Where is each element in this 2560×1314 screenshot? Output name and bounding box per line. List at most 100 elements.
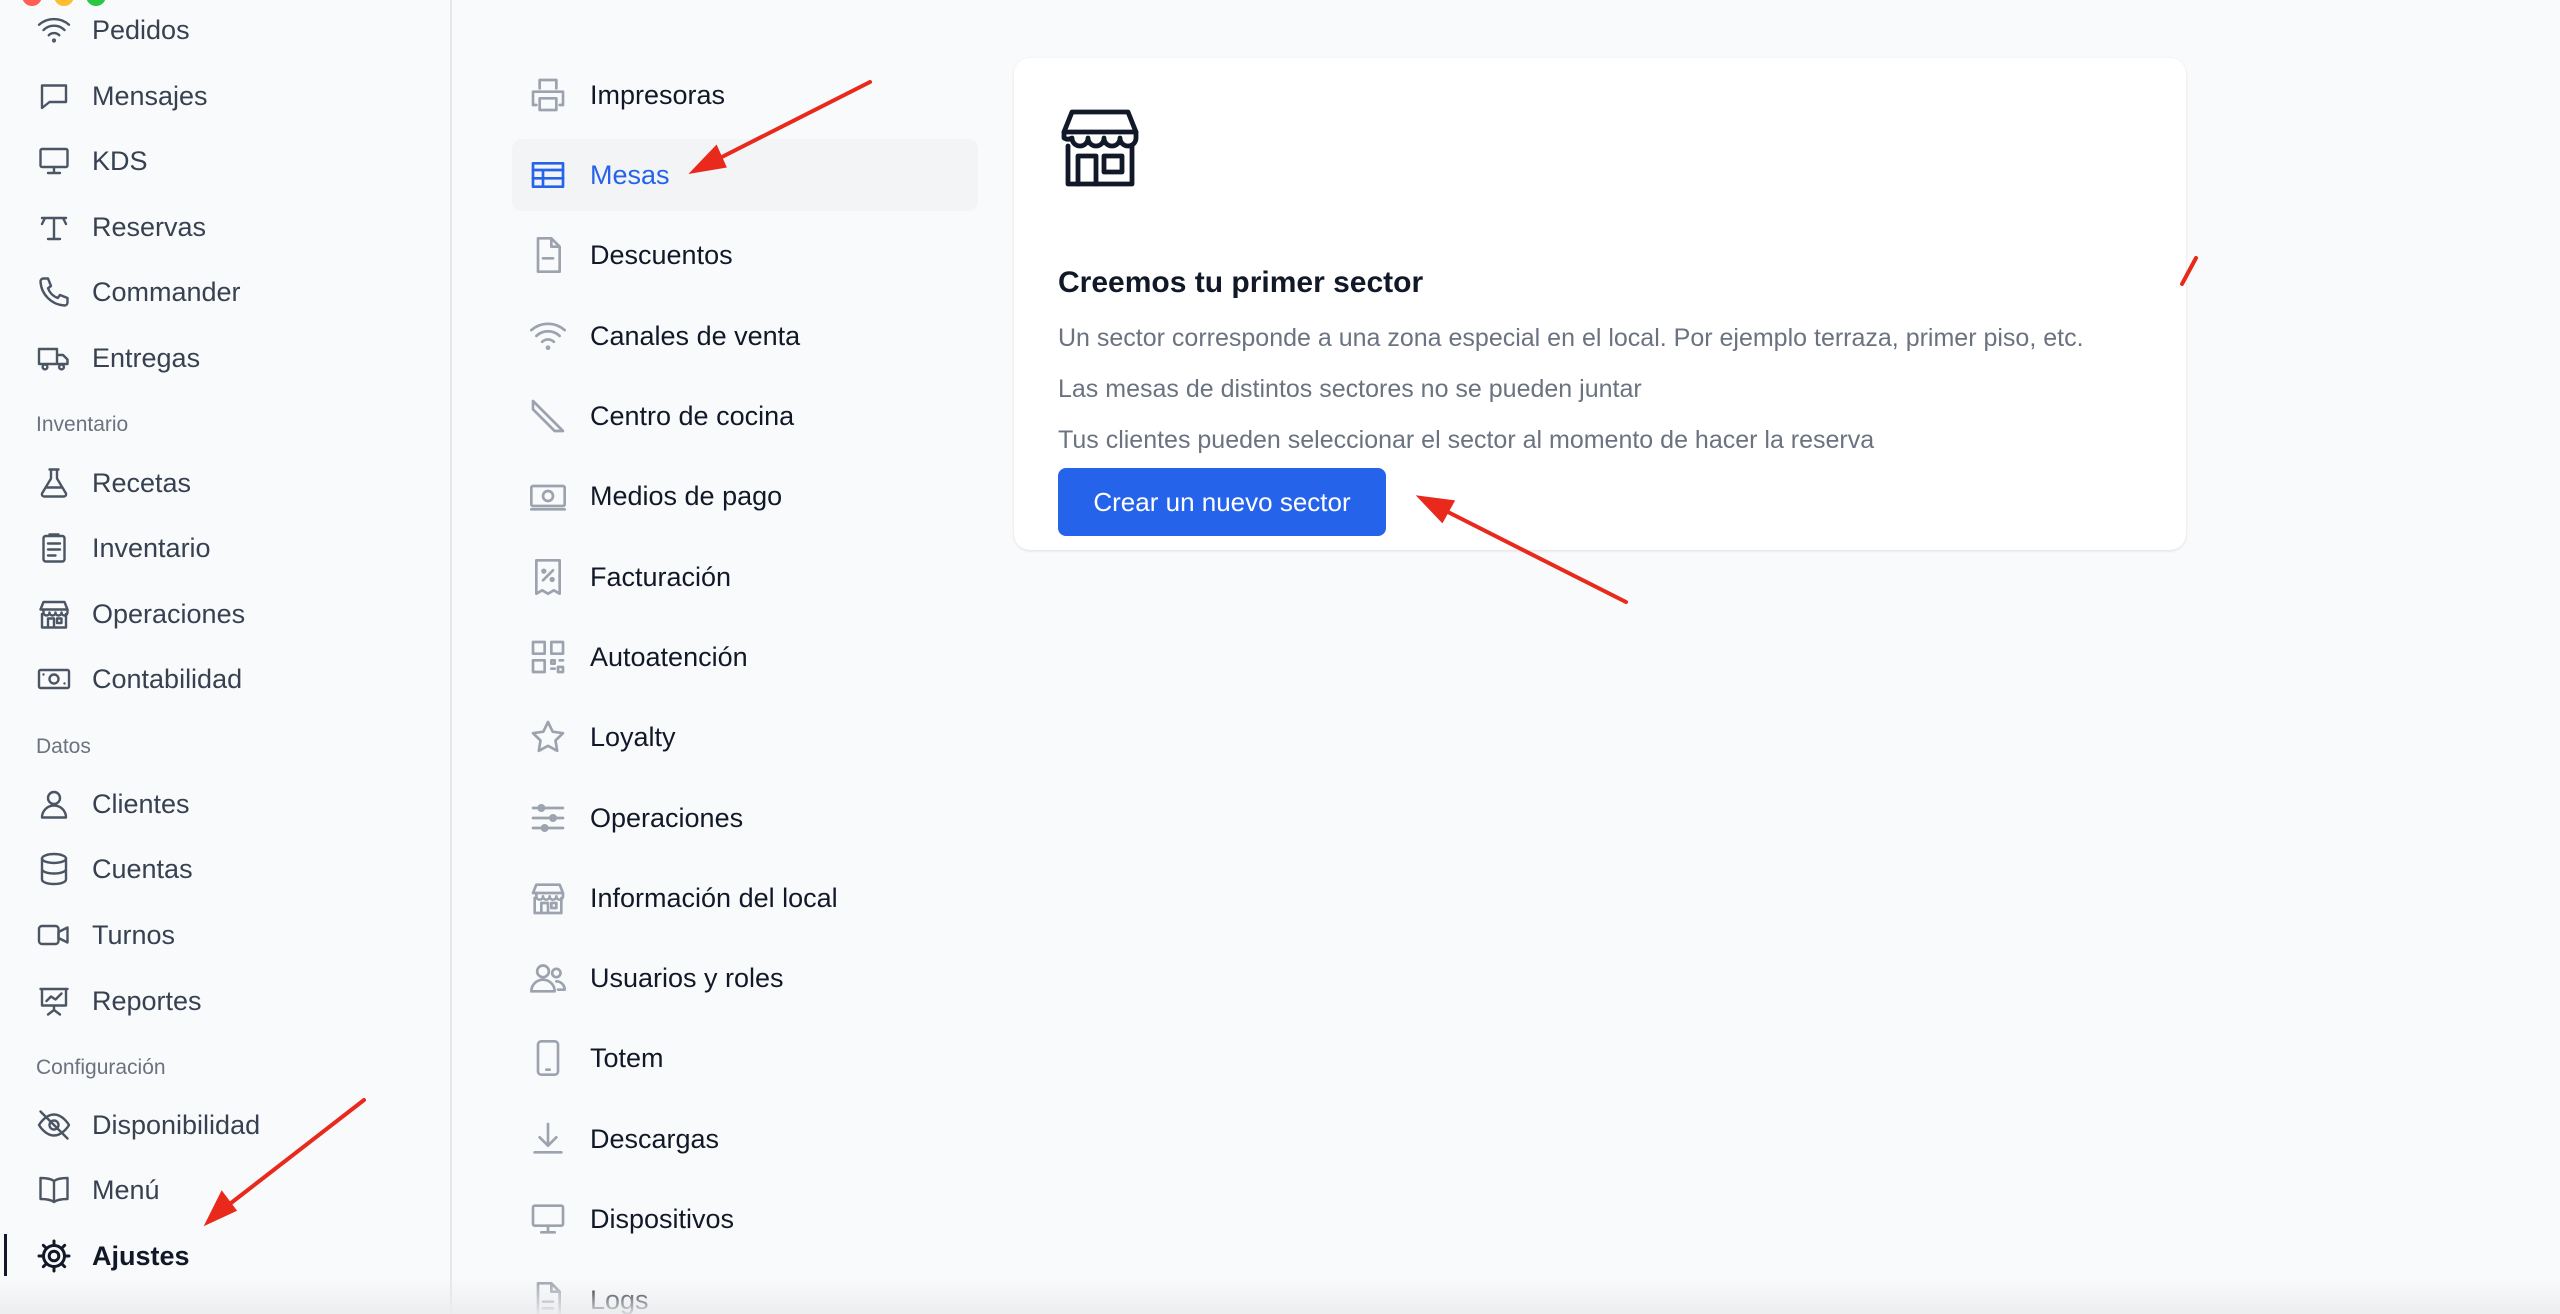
sidebar-item-reportes[interactable]: Reportes bbox=[36, 977, 202, 1025]
sidebar-item-turnos[interactable]: Turnos bbox=[36, 911, 175, 959]
sidebar-section-inventario: Inventario bbox=[36, 413, 129, 436]
settings-item-label: Operaciones bbox=[590, 802, 744, 833]
sidebar-item-pedidos[interactable]: Pedidos bbox=[36, 6, 190, 54]
phone-icon bbox=[39, 277, 69, 307]
sidebar-item-label: Contabilidad bbox=[92, 663, 243, 694]
document-minus-icon bbox=[536, 237, 561, 273]
sidebar-item-kds[interactable]: KDS bbox=[36, 137, 148, 185]
printer-icon bbox=[531, 78, 565, 112]
settings-item-label: Logs bbox=[590, 1284, 649, 1314]
close-window-button[interactable] bbox=[22, 0, 42, 6]
settings-item-label: Totem bbox=[590, 1042, 664, 1073]
empty-state-description: Un sector corresponde a una zona especia… bbox=[1058, 324, 2084, 352]
eye-slash-icon bbox=[37, 1110, 71, 1140]
sidebar-item-label: Pedidos bbox=[92, 14, 190, 45]
sidebar-item-menu[interactable]: Menú bbox=[36, 1166, 160, 1214]
table-cells-icon bbox=[531, 162, 565, 188]
book-open-icon bbox=[39, 1176, 69, 1204]
settings-item-autoatencion[interactable]: Autoatención bbox=[512, 621, 978, 693]
settings-item-label: Descargas bbox=[590, 1123, 720, 1154]
sidebar-item-label: Reportes bbox=[92, 985, 202, 1016]
sidebar-item-recetas[interactable]: Recetas bbox=[36, 459, 191, 507]
sidebar-item-label: Clientes bbox=[92, 788, 190, 819]
settings-item-usuarios-y-roles[interactable]: Usuarios y roles bbox=[512, 942, 978, 1014]
store-icon bbox=[531, 883, 565, 915]
zoom-window-button[interactable] bbox=[86, 0, 106, 6]
settings-item-descuentos[interactable]: Descuentos bbox=[512, 219, 978, 291]
sidebar-item-operaciones[interactable]: Operaciones bbox=[36, 590, 245, 638]
star-icon bbox=[531, 720, 565, 753]
download-icon bbox=[533, 1122, 563, 1154]
settings-item-impresoras[interactable]: Impresoras bbox=[512, 59, 978, 131]
settings-item-loyalty[interactable]: Loyalty bbox=[512, 701, 978, 773]
sidebar-item-cuentas[interactable]: Cuentas bbox=[36, 845, 193, 893]
settings-item-label: Medios de pago bbox=[590, 480, 783, 511]
user-icon bbox=[40, 790, 68, 819]
sidebar-item-inventario[interactable]: Inventario bbox=[36, 524, 211, 572]
empty-state-description: Las mesas de distintos sectores no se pu… bbox=[1058, 375, 1642, 403]
chat-bubble-icon bbox=[40, 84, 68, 110]
settings-item-totem[interactable]: Totem bbox=[512, 1022, 978, 1094]
settings-item-label: Descuentos bbox=[590, 239, 733, 270]
sidebar-item-label: Cuentas bbox=[92, 853, 193, 884]
settings-item-label: Usuarios y roles bbox=[590, 962, 784, 993]
settings-item-descargas[interactable]: Descargas bbox=[512, 1103, 978, 1175]
settings-item-facturacion[interactable]: Facturación bbox=[512, 541, 978, 613]
sidebar-section-datos: Datos bbox=[36, 735, 91, 758]
empty-state-description: Tus clientes pueden seleccionar el secto… bbox=[1058, 426, 1875, 454]
main-sidebar: Pedidos Mensajes KDS Reservas Commander … bbox=[0, 0, 452, 1314]
sidebar-section-configuracion: Configuración bbox=[36, 1056, 166, 1079]
create-sector-button[interactable]: Crear un nuevo sector bbox=[1058, 468, 1386, 536]
settings-item-centro-de-cocina[interactable]: Centro de cocina bbox=[512, 380, 978, 452]
sidebar-item-label: Turnos bbox=[92, 919, 176, 950]
computer-desktop-icon bbox=[531, 1204, 565, 1234]
sidebar-item-label: KDS bbox=[92, 145, 148, 176]
settings-item-canales-de-venta[interactable]: Canales de venta bbox=[512, 300, 978, 372]
sidebar-item-ajustes[interactable]: Ajustes bbox=[36, 1232, 190, 1280]
banknote-icon bbox=[37, 668, 71, 690]
sidebar-item-label: Operaciones bbox=[92, 598, 246, 629]
settings-item-label: Loyalty bbox=[590, 721, 676, 752]
settings-item-operaciones[interactable]: Operaciones bbox=[512, 782, 978, 854]
qr-code-icon bbox=[531, 640, 565, 674]
settings-item-label: Impresoras bbox=[590, 79, 726, 110]
sidebar-item-commander[interactable]: Commander bbox=[36, 268, 241, 316]
settings-item-label: Dispositivos bbox=[590, 1203, 735, 1234]
sidebar-item-mensajes[interactable]: Mensajes bbox=[36, 72, 208, 120]
window-controls bbox=[22, 0, 106, 6]
wifi-icon bbox=[37, 17, 71, 43]
sidebar-item-disponibilidad[interactable]: Disponibilidad bbox=[36, 1101, 260, 1149]
table-icon bbox=[40, 216, 68, 241]
sidebar-item-label: Entregas bbox=[92, 342, 201, 373]
settings-item-label: Canales de venta bbox=[590, 320, 801, 351]
beaker-icon bbox=[40, 468, 68, 498]
settings-item-label: Información del local bbox=[590, 882, 838, 913]
settings-item-label: Facturación bbox=[590, 561, 732, 592]
settings-item-mesas[interactable]: Mesas bbox=[512, 139, 978, 211]
sidebar-item-label: Commander bbox=[92, 276, 241, 307]
sidebar-item-reservas[interactable]: Reservas bbox=[36, 203, 206, 251]
settings-item-medios-de-pago[interactable]: Medios de pago bbox=[512, 460, 978, 532]
sidebar-item-label: Recetas bbox=[92, 467, 192, 498]
sidebar-item-label: Menú bbox=[92, 1174, 160, 1205]
sidebar-item-label: Reservas bbox=[92, 211, 207, 242]
minimize-window-button[interactable] bbox=[54, 0, 74, 6]
wifi-icon bbox=[530, 322, 566, 350]
settings-item-label: Centro de cocina bbox=[590, 400, 795, 431]
banknote-icon bbox=[530, 484, 566, 511]
presentation-chart-icon bbox=[39, 987, 69, 1016]
sidebar-item-label: Mensajes bbox=[92, 80, 208, 111]
sidebar-item-entregas[interactable]: Entregas bbox=[36, 334, 200, 382]
sidebar-item-clientes[interactable]: Clientes bbox=[36, 780, 190, 828]
knife-icon bbox=[531, 399, 565, 433]
settings-item-dispositivos[interactable]: Dispositivos bbox=[512, 1183, 978, 1255]
settings-item-label: Autoatención bbox=[590, 641, 748, 672]
document-text-icon bbox=[536, 1282, 561, 1314]
tablet-icon bbox=[536, 1040, 560, 1076]
settings-item-logs[interactable]: Logs bbox=[512, 1264, 978, 1314]
settings-item-informacion-del-local[interactable]: Información del local bbox=[512, 862, 978, 934]
receipt-percent-icon bbox=[535, 559, 561, 595]
empty-state-card: Creemos tu primer sector Un sector corre… bbox=[1014, 58, 2186, 550]
sidebar-item-contabilidad[interactable]: Contabilidad bbox=[36, 655, 242, 703]
active-indicator bbox=[4, 1234, 7, 1276]
